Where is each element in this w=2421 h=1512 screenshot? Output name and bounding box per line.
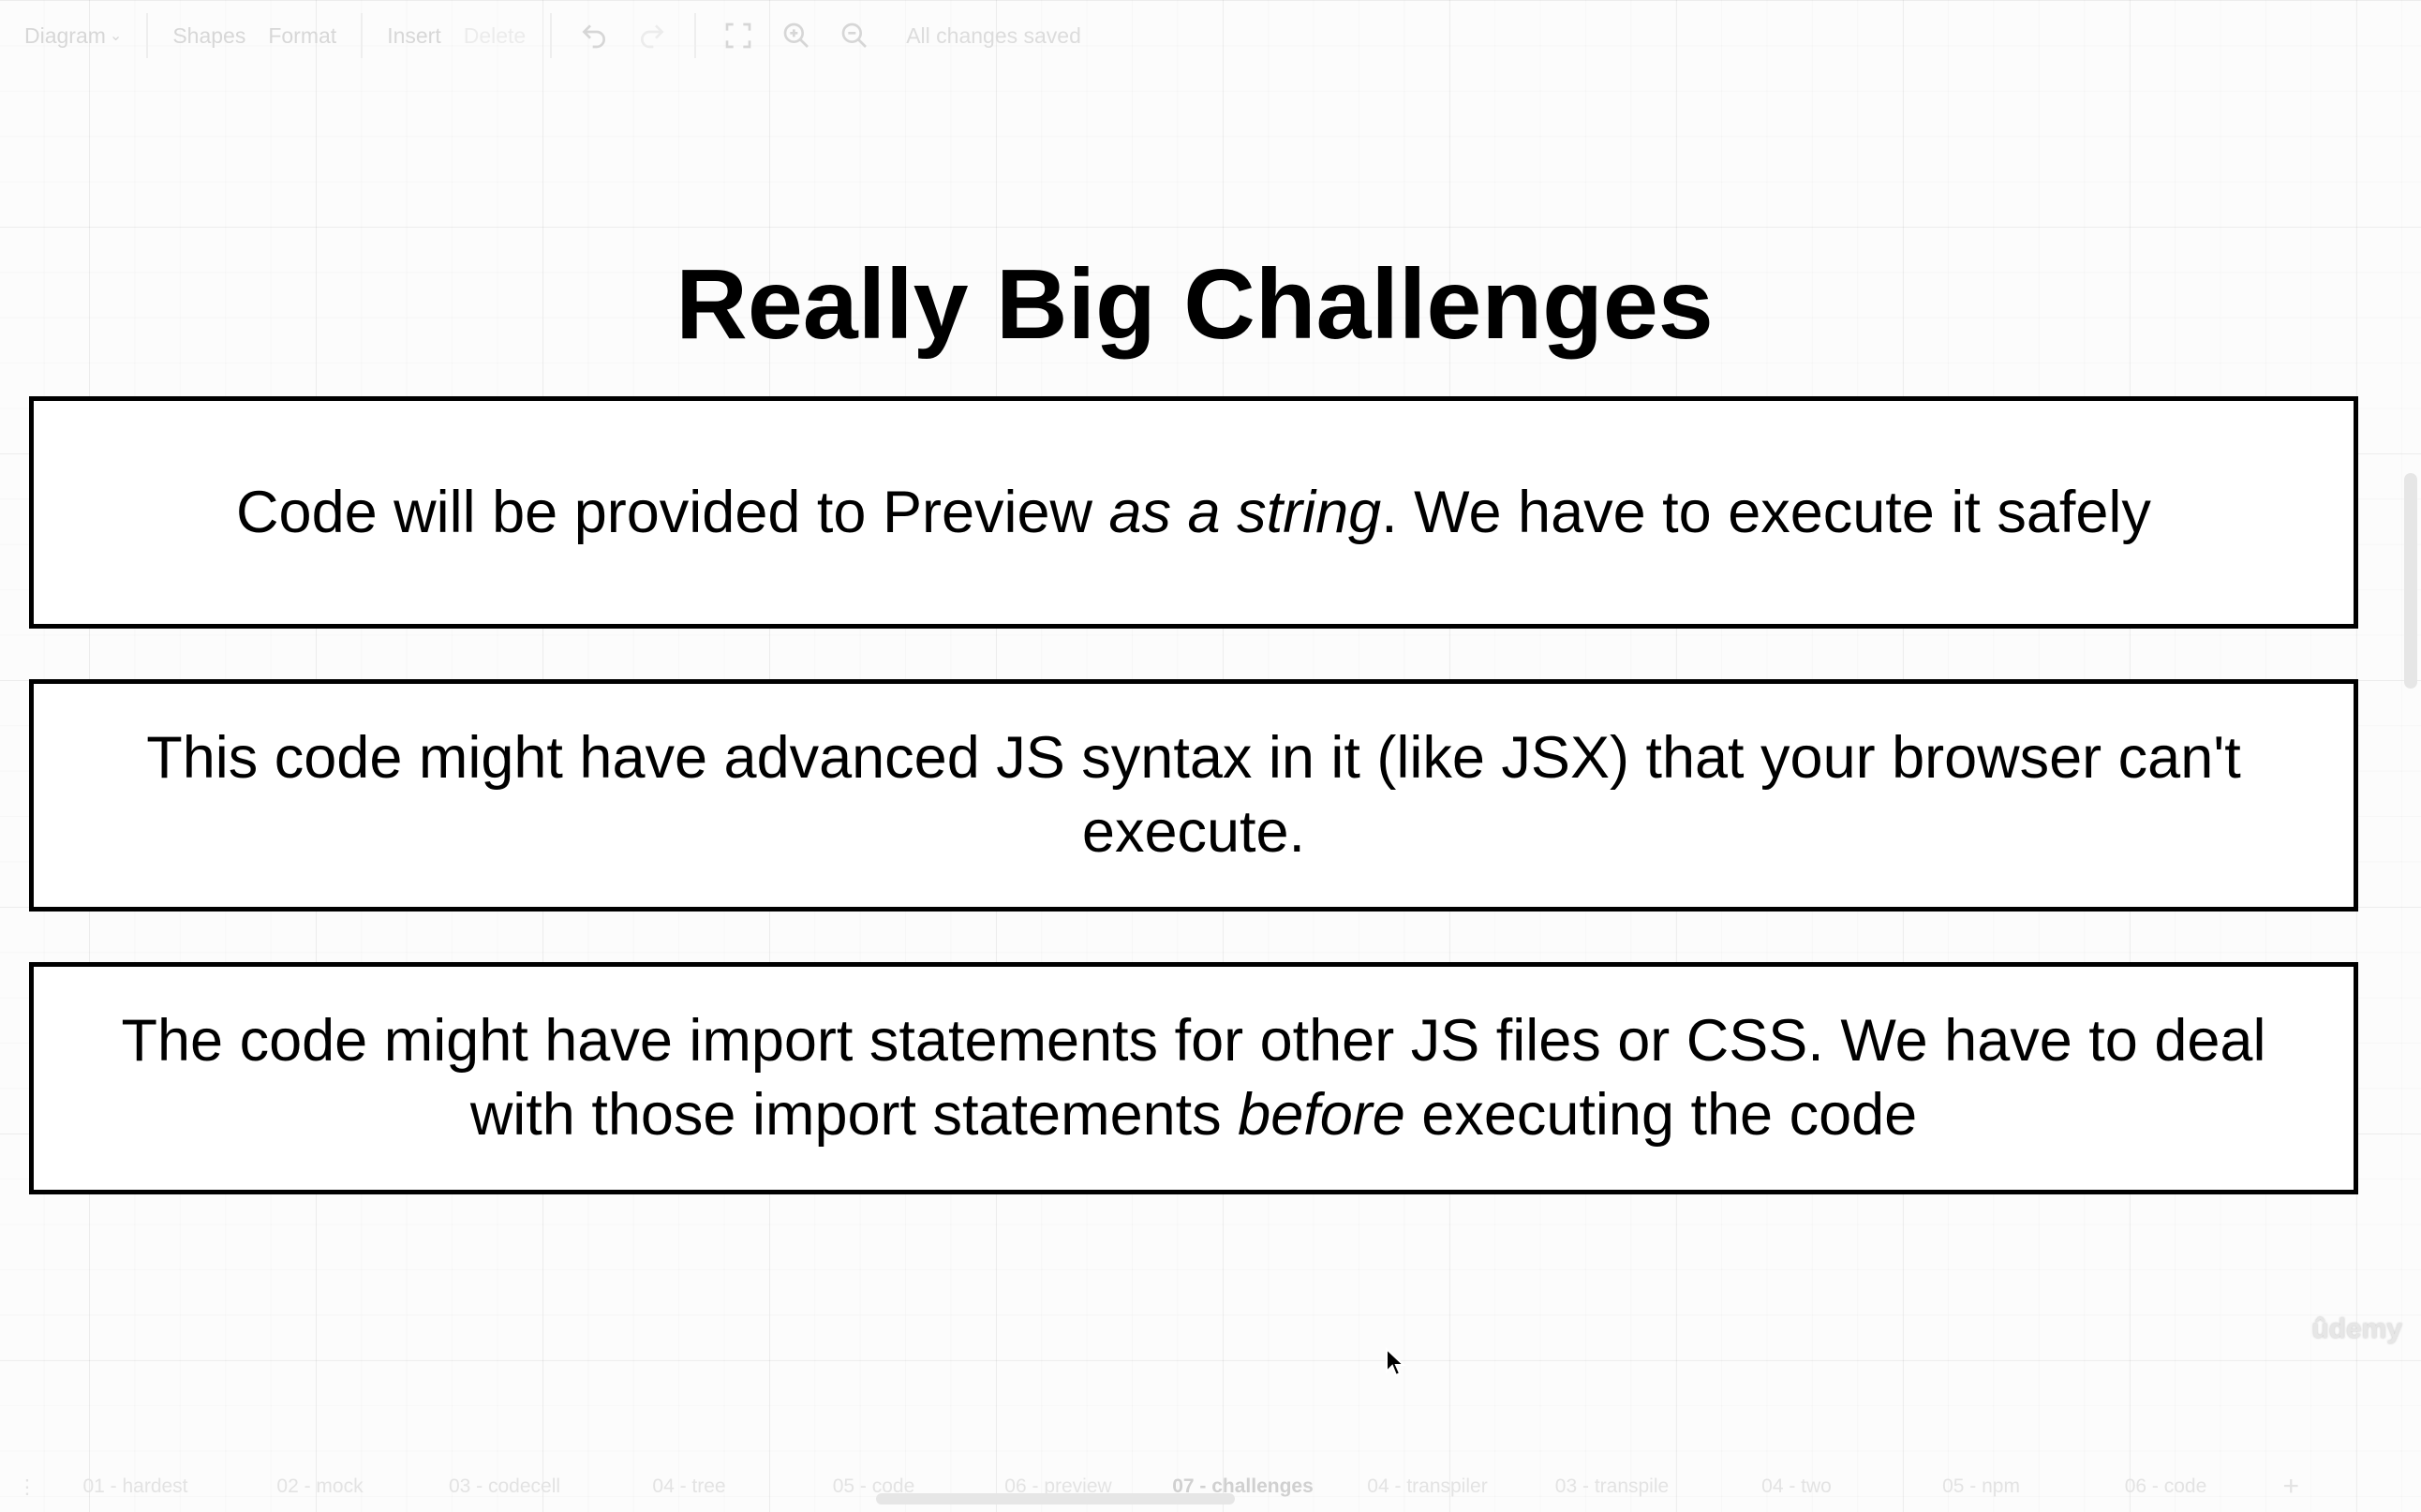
page-tab[interactable]: 05 - npm [1889, 1475, 2073, 1498]
insert-button[interactable]: Insert [387, 23, 441, 49]
diagram-menu-button[interactable]: Diagram [24, 23, 106, 49]
page-tab[interactable]: 02 - mock [228, 1475, 412, 1498]
page-tab[interactable]: 06 - code [2073, 1475, 2258, 1498]
toolbar-group-panels: Shapes Format [148, 13, 364, 58]
page-tab[interactable]: 04 - tree [597, 1475, 781, 1498]
page-tab[interactable]: 03 - transpile [1520, 1475, 1704, 1498]
fullscreen-icon[interactable] [722, 20, 754, 52]
add-page-button[interactable]: + [2282, 1471, 2299, 1503]
page-tab[interactable]: 01 - hardest [43, 1475, 228, 1498]
challenge-box-3[interactable]: The code might have import statements fo… [29, 962, 2358, 1194]
challenge-text-1: Code will be provided to Preview as a st… [208, 476, 2179, 550]
pages-menu-icon[interactable]: ⋮ [11, 1475, 43, 1499]
vertical-scrollbar[interactable] [2404, 473, 2417, 689]
challenge-text-3-emphasis: before [1238, 1082, 1405, 1148]
chevron-down-icon: ⌄ [109, 28, 123, 44]
redo-icon[interactable] [636, 20, 668, 52]
page-tab[interactable]: 03 - codecell [412, 1475, 597, 1498]
undo-icon[interactable] [578, 20, 610, 52]
shapes-button[interactable]: Shapes [172, 23, 245, 49]
zoom-out-icon[interactable] [839, 20, 870, 52]
udemy-watermark-logo: ûdemy [2311, 1313, 2402, 1344]
toolbar-group-insert: Insert Delete [363, 13, 553, 58]
page-tab[interactable]: 04 - two [1704, 1475, 1889, 1498]
challenge-text-3: The code might have import statements fo… [34, 1004, 2354, 1152]
challenge-text-3-start: The code might have import statements fo… [121, 1008, 2266, 1148]
format-button[interactable]: Format [268, 23, 336, 49]
diagram-canvas[interactable]: Diagram ⌄ Shapes Format Insert Delete Al… [0, 0, 2421, 1512]
challenge-text-2: This code might have advanced JS syntax … [146, 725, 2241, 865]
delete-button[interactable]: Delete [464, 23, 526, 49]
horizontal-scrollbar[interactable] [876, 1493, 1235, 1505]
challenge-text-1-end: . We have to execute it safely [1381, 479, 2151, 545]
toolbar-group-view: All changes saved [696, 13, 1094, 58]
zoom-in-icon[interactable] [780, 20, 812, 52]
challenge-box-2[interactable]: This code might have advanced JS syntax … [29, 679, 2358, 912]
toolbar-group-diagram: Diagram ⌄ [0, 13, 149, 58]
page-tab[interactable]: 04 - transpiler [1335, 1475, 1520, 1498]
challenge-box-1[interactable]: Code will be provided to Preview as a st… [29, 396, 2358, 629]
slide-title[interactable]: Really Big Challenges [0, 248, 2389, 362]
mouse-cursor-icon [1386, 1347, 1405, 1377]
challenge-text-1-start: Code will be provided to Preview [236, 479, 1109, 545]
challenge-text-1-emphasis: as a string [1108, 479, 1382, 545]
toolbar: Diagram ⌄ Shapes Format Insert Delete Al… [0, 0, 2421, 71]
toolbar-group-history [552, 13, 697, 58]
save-status: All changes saved [906, 22, 1081, 48]
challenge-text-3-end: executing the code [1404, 1082, 1918, 1148]
